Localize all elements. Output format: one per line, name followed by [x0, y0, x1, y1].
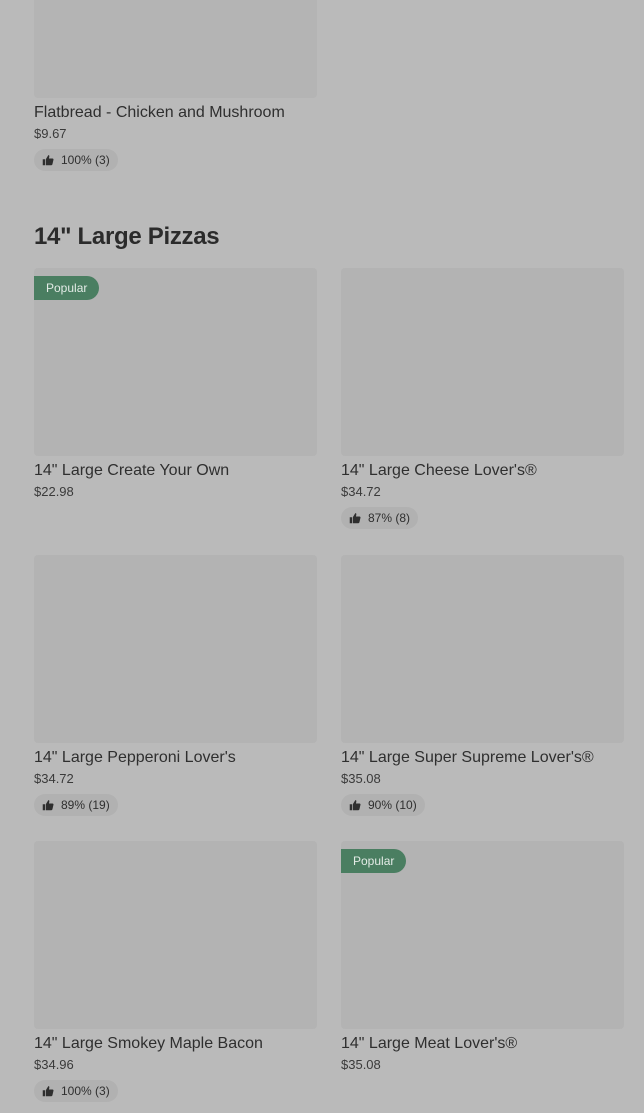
menu-item-image[interactable] [34, 555, 317, 743]
rating-text: 89% (19) [61, 798, 110, 812]
menu-item-price: $35.08 [341, 771, 381, 786]
menu-item-name: 14" Large Super Supreme Lover's® [341, 749, 594, 766]
menu-item-name: 14" Large Smokey Maple Bacon [34, 1035, 263, 1052]
menu-item-price: $22.98 [34, 484, 74, 499]
menu-item-price: $34.96 [34, 1057, 74, 1072]
rating-text: 100% (3) [61, 153, 110, 167]
popular-badge: Popular [341, 849, 407, 873]
menu-item-name: Flatbread - Chicken and Mushroom [34, 104, 285, 121]
menu-item-name: 14" Large Pepperoni Lover's [34, 749, 236, 766]
menu-item-image[interactable] [34, 0, 317, 98]
menu-item-name: 14" Large Meat Lover's® [341, 1035, 518, 1052]
rating-pill: 90% (10) [341, 794, 425, 816]
menu-item-card[interactable]: 14" Large Cheese Lover's® $34.72 87% (8) [341, 268, 624, 529]
menu-item-card[interactable]: 14" Large Smokey Maple Bacon $34.96 100%… [34, 841, 317, 1102]
menu-item-image[interactable] [341, 555, 624, 743]
menu-item-price: $9.67 [34, 126, 67, 141]
menu-item-card[interactable]: Flatbread - Chicken and Mushroom $9.67 1… [34, 0, 317, 171]
menu-item-card[interactable]: 14" Large Super Supreme Lover's® $35.08 … [341, 555, 624, 816]
rating-text: 100% (3) [61, 1084, 110, 1098]
menu-item-price: $35.08 [341, 1057, 381, 1072]
menu-item-image[interactable]: Popular [34, 268, 317, 456]
menu-item-image[interactable]: Popular [341, 841, 624, 1029]
rating-pill: 100% (3) [34, 149, 118, 171]
rating-pill: 100% (3) [34, 1080, 118, 1102]
rating-pill: 87% (8) [341, 507, 419, 529]
thumbs-up-icon [349, 800, 361, 811]
menu-item-card[interactable]: Popular 14" Large Meat Lover's® $35.08 [341, 841, 624, 1074]
rating-text: 90% (10) [368, 798, 417, 812]
menu-item-image[interactable] [341, 268, 624, 456]
menu-item-image[interactable] [34, 841, 317, 1029]
menu-item-price: $34.72 [34, 771, 74, 786]
menu-item-price: $34.72 [341, 484, 381, 499]
thumbs-up-icon [349, 513, 361, 524]
thumbs-up-icon [42, 1086, 54, 1097]
menu-item-card[interactable]: Popular 14" Large Create Your Own $22.98 [34, 268, 317, 501]
menu-item-name: 14" Large Cheese Lover's® [341, 462, 537, 479]
rating-pill: 89% (19) [34, 794, 118, 816]
menu-item-card[interactable]: 14" Large Pepperoni Lover's $34.72 89% (… [34, 555, 317, 816]
thumbs-up-icon [42, 155, 54, 166]
rating-text: 87% (8) [368, 511, 411, 525]
menu-item-name: 14" Large Create Your Own [34, 462, 230, 479]
thumbs-up-icon [42, 800, 54, 811]
section-title: 14" Large Pizzas [34, 223, 220, 250]
popular-badge: Popular [34, 276, 100, 300]
